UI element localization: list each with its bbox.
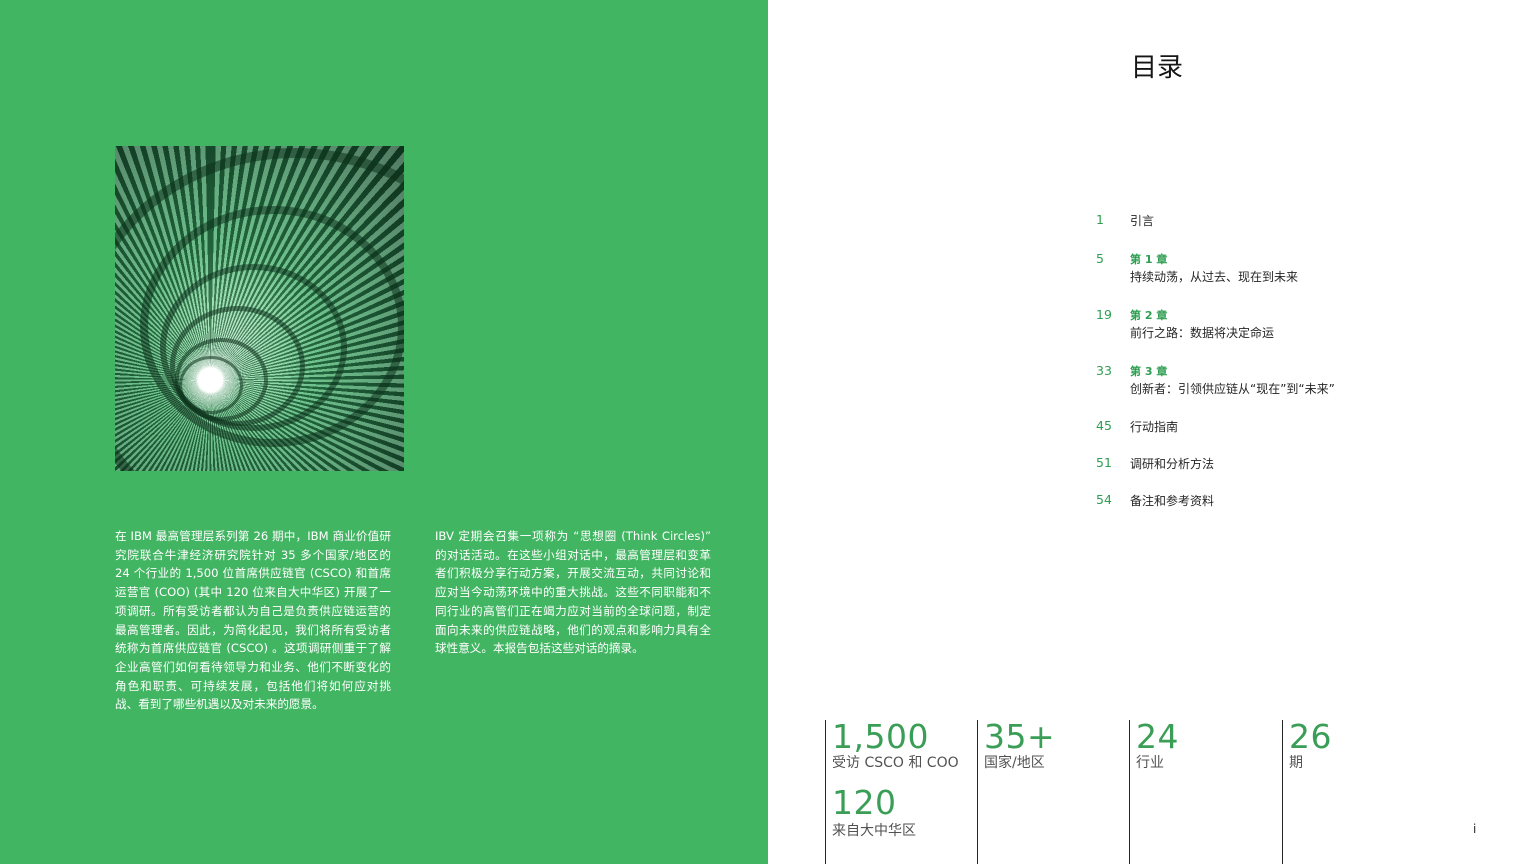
left-panel: 在 IBM 最高管理层系列第 26 期中，IBM 商业价值研究院联合牛津经济研究… <box>0 0 768 864</box>
intro-paragraph-1: 在 IBM 最高管理层系列第 26 期中，IBM 商业价值研究院联合牛津经济研究… <box>115 529 391 712</box>
toc-page-number: 54 <box>1096 492 1112 507</box>
toc-page-number: 45 <box>1096 418 1112 433</box>
stat-countries: 35+ 国家/地区 <box>977 720 1128 864</box>
stat-label: 期 <box>1289 755 1303 771</box>
toc-entry-label: 前行之路：数据将决定命运 <box>1130 326 1275 340</box>
toc-page-number: 1 <box>1096 212 1104 227</box>
toc-chapter-label: 第 2 章 <box>1130 309 1168 322</box>
toc-chapter-label: 第 1 章 <box>1130 253 1168 266</box>
stat-value: 26 <box>1289 717 1332 756</box>
intro-paragraph-2: IBV 定期会召集一项称为 “思想圈 (Think Circles)” 的对话活… <box>435 529 711 656</box>
toc-entry-text: 备注和参考资料 <box>1130 492 1390 510</box>
stat-label-secondary: 来自大中华区 <box>832 823 916 839</box>
stat-industries: 24 行业 <box>1129 720 1280 864</box>
toc-entry-text: 第 1 章 持续动荡，从过去、现在到未来 <box>1130 251 1390 286</box>
toc-page-number: 5 <box>1096 251 1104 266</box>
stat-value: 35+ <box>984 717 1056 756</box>
stat-label: 国家/地区 <box>984 755 1045 771</box>
toc-chapter-label: 第 3 章 <box>1130 365 1168 378</box>
toc-entry-label: 调研和分析方法 <box>1130 457 1215 471</box>
toc-page-number: 19 <box>1096 307 1112 322</box>
toc-entry-text: 行动指南 <box>1130 418 1390 436</box>
stat-value: 24 <box>1136 717 1179 756</box>
stat-label: 受访 CSCO 和 COO <box>832 755 959 771</box>
toc-entry-label: 持续动荡，从过去、现在到未来 <box>1130 270 1299 284</box>
toc-entry-label: 备注和参考资料 <box>1130 494 1215 508</box>
cover-image-tunnel <box>115 146 404 471</box>
toc-entry-text: 调研和分析方法 <box>1130 455 1390 473</box>
toc-page-number: 33 <box>1096 363 1112 378</box>
tunnel-ring <box>179 356 243 414</box>
toc-entry-label: 引言 <box>1130 214 1155 228</box>
toc-entry-text: 第 2 章 前行之路：数据将决定命运 <box>1130 307 1390 342</box>
stat-edition: 26 期 <box>1282 720 1433 864</box>
toc-entry-text: 第 3 章 创新者：引领供应链从“现在”到“未来” <box>1130 363 1390 398</box>
toc-entry-label: 创新者：引领供应链从“现在”到“未来” <box>1130 382 1335 396</box>
stat-respondents: 1,500 受访 CSCO 和 COO 120 来自大中华区 <box>825 720 976 864</box>
stat-value: 1,500 <box>832 717 929 756</box>
toc-page-number: 51 <box>1096 455 1112 470</box>
toc-entry-text: 引言 <box>1130 212 1390 230</box>
toc-title: 目录 <box>1131 53 1184 83</box>
toc-entry-label: 行动指南 <box>1130 420 1179 434</box>
stat-value-secondary: 120 <box>832 783 897 822</box>
page-number: i <box>1473 822 1477 836</box>
stat-label: 行业 <box>1136 755 1164 771</box>
